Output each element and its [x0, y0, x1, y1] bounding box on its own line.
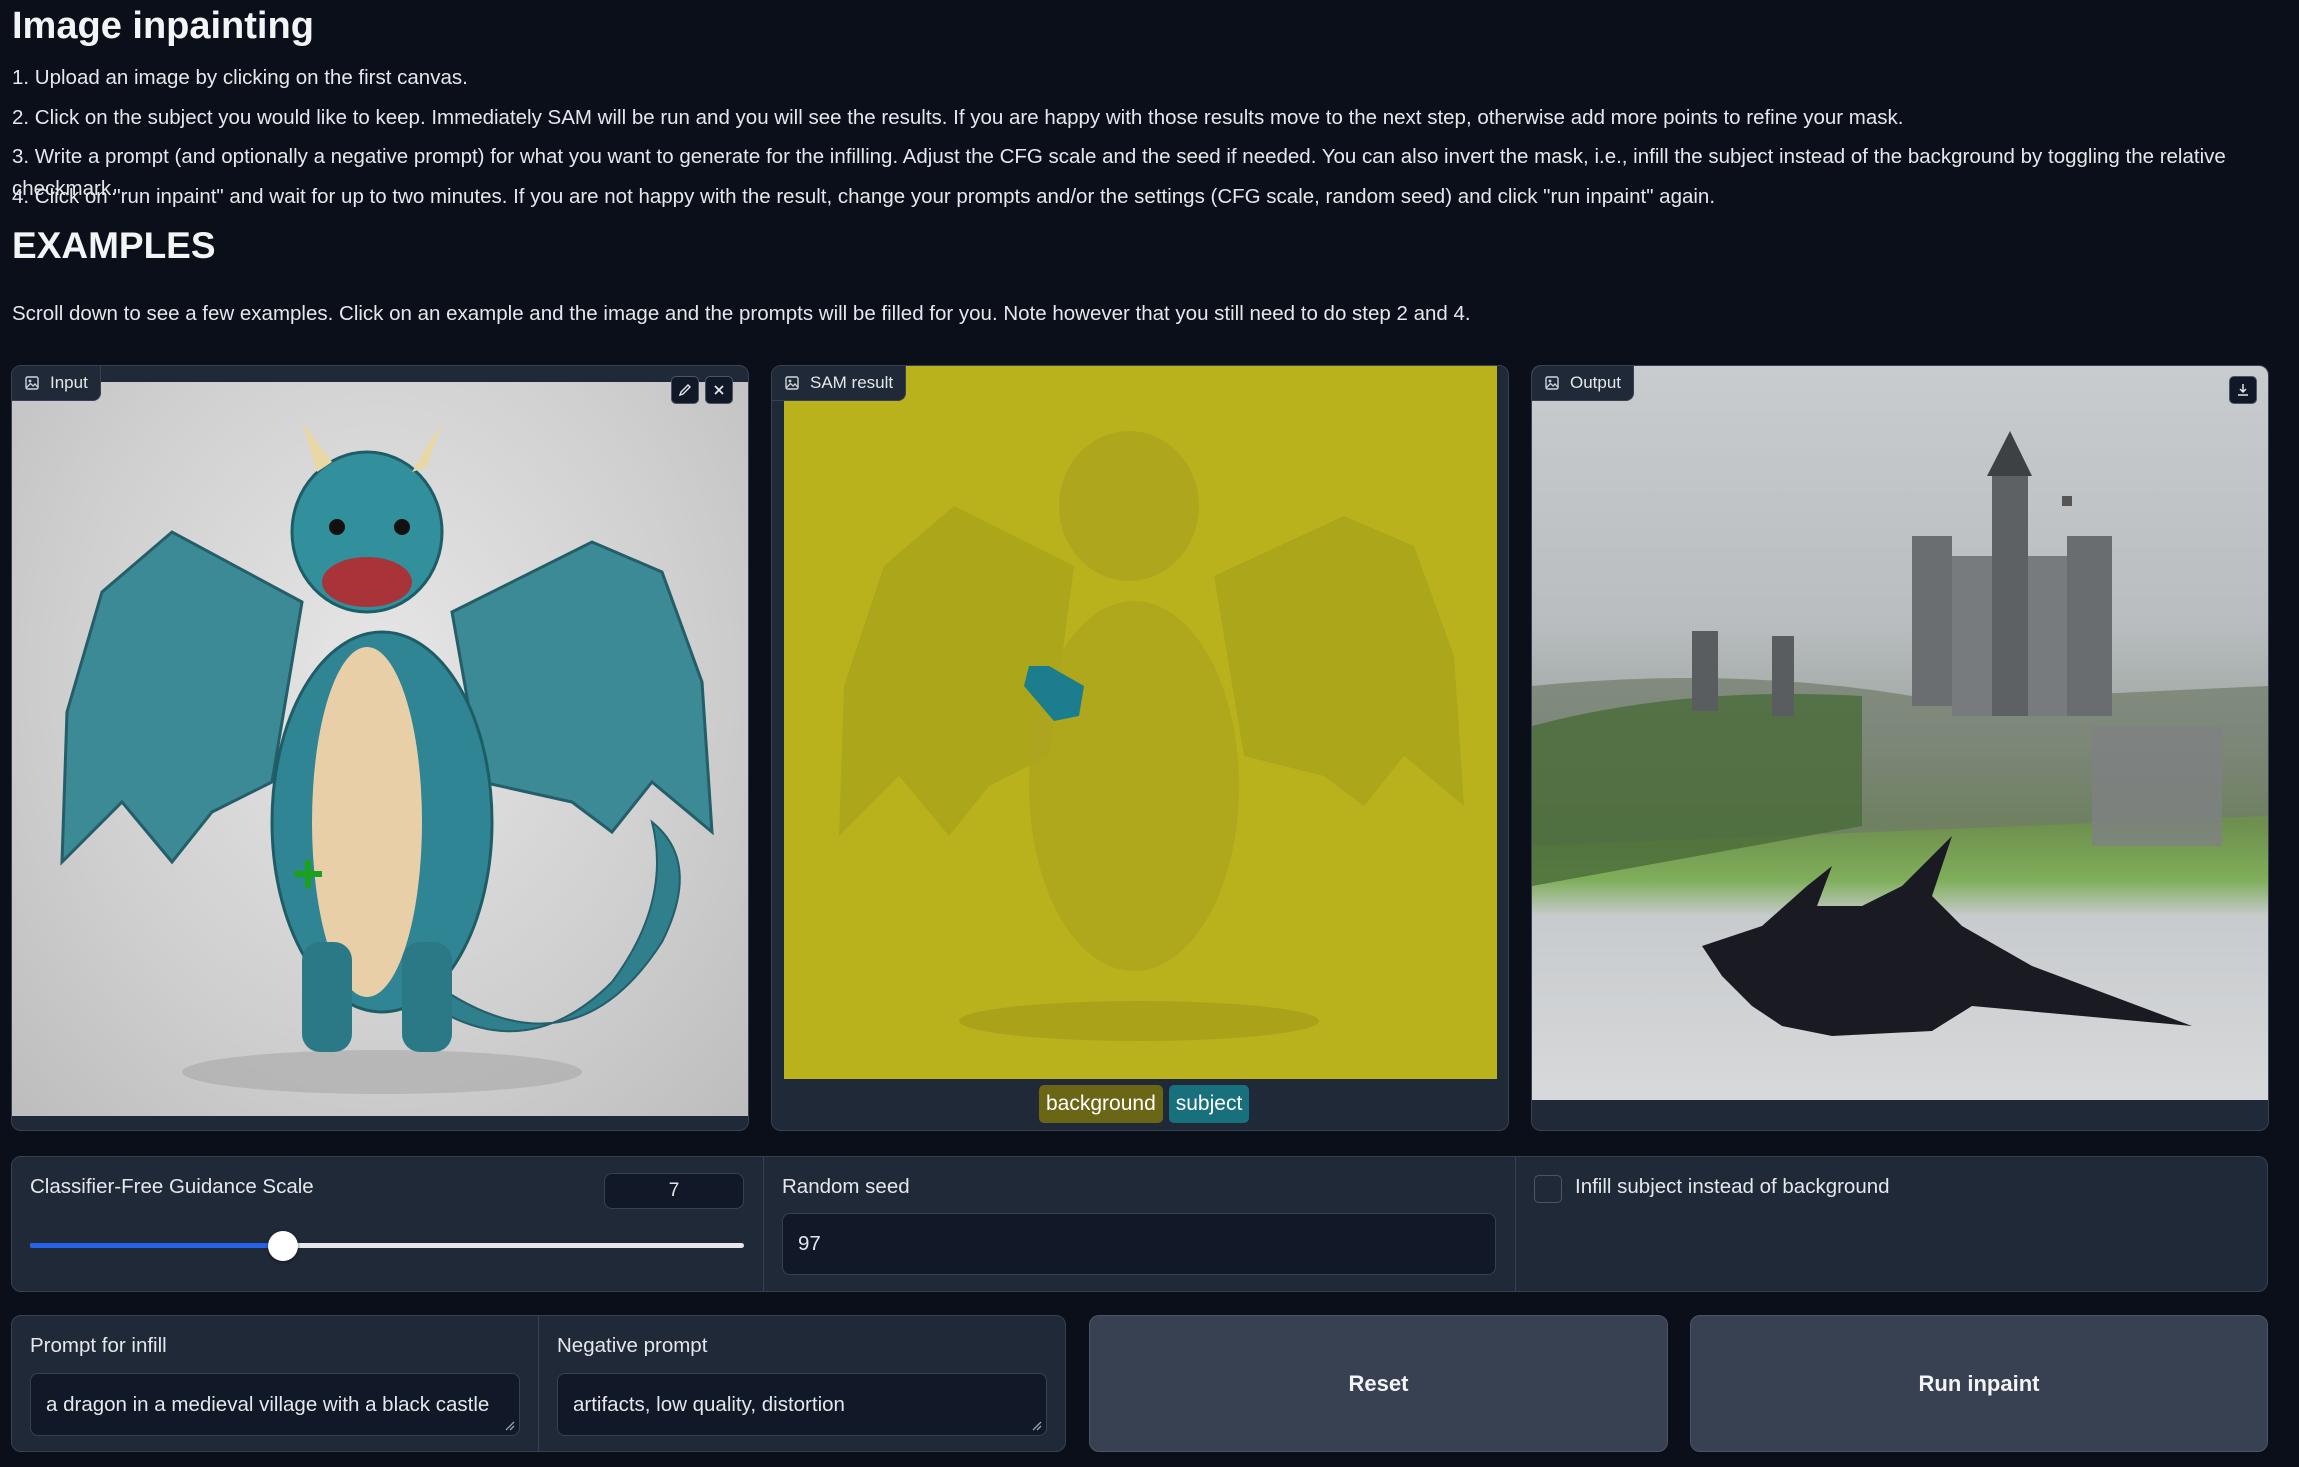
negative-prompt-label: Negative prompt: [557, 1334, 708, 1357]
prompt-value: a dragon in a medieval village with a bl…: [46, 1392, 490, 1416]
prompt-textarea[interactable]: a dragon in a medieval village with a bl…: [30, 1373, 520, 1436]
step-4: 4. Click on "run inpaint" and wait for u…: [12, 184, 1716, 208]
seed-control: Random seed 97: [763, 1156, 1516, 1292]
legend-subject: subject: [1168, 1085, 1250, 1123]
dragon-image: [60, 422, 714, 1094]
clear-button[interactable]: [705, 376, 733, 404]
prompt-control: Prompt for infill a dragon in a medieval…: [11, 1315, 539, 1452]
invert-control: Infill subject instead of background: [1515, 1156, 2268, 1292]
instructions: 1. Upload an image by clicking on the fi…: [12, 62, 2282, 220]
examples-note: Scroll down to see a few examples. Click…: [12, 302, 1471, 325]
step-2: 2. Click on the subject you would like t…: [12, 105, 1904, 129]
step-1: 1. Upload an image by clicking on the fi…: [12, 66, 468, 89]
seed-label: Random seed: [782, 1175, 910, 1198]
reset-button[interactable]: Reset: [1089, 1315, 1668, 1452]
download-button[interactable]: [2229, 376, 2257, 404]
seed-input[interactable]: 97: [782, 1213, 1496, 1275]
edit-button[interactable]: [671, 376, 699, 404]
sam-label: SAM result: [772, 366, 907, 401]
mask-legend: background subject: [1039, 1085, 1250, 1123]
input-image-panel[interactable]: Input: [11, 365, 749, 1131]
negative-prompt-textarea[interactable]: artifacts, low quality, distortion: [557, 1373, 1047, 1436]
slider-fill: [30, 1243, 284, 1248]
input-label: Input: [12, 366, 101, 401]
negative-prompt-control: Negative prompt artifacts, low quality, …: [538, 1315, 1066, 1452]
output-label: Output: [1532, 366, 1635, 401]
image-icon: [785, 376, 799, 390]
invert-checkbox[interactable]: [1534, 1175, 1562, 1203]
pencil-icon: [678, 384, 691, 397]
output-label-text: Output: [1570, 373, 1622, 392]
run-inpaint-button[interactable]: Run inpaint: [1690, 1315, 2268, 1452]
image-icon: [1545, 376, 1559, 390]
mask-overlay: [839, 431, 1464, 1041]
input-label-text: Input: [50, 373, 88, 392]
castle-scene: [1532, 431, 2268, 1036]
resize-handle-icon[interactable]: [1030, 1419, 1042, 1431]
output-image: [1532, 366, 2268, 1100]
input-image[interactable]: [12, 382, 748, 1116]
image-icon: [25, 376, 39, 390]
sam-label-text: SAM result: [810, 373, 894, 392]
negative-prompt-value: artifacts, low quality, distortion: [573, 1392, 845, 1416]
resize-handle-icon[interactable]: [503, 1419, 515, 1431]
output-image-panel: Output: [1531, 365, 2269, 1131]
seed-value: 97: [798, 1232, 821, 1255]
sam-result-panel: SAM result background subject: [771, 365, 1509, 1131]
sam-mask-image: [784, 366, 1497, 1079]
page-title: Image inpainting: [12, 5, 314, 47]
slider-thumb[interactable]: [268, 1231, 299, 1261]
close-icon: [714, 385, 724, 395]
invert-label: Infill subject instead of background: [1575, 1175, 1890, 1198]
cfg-slider[interactable]: [30, 1231, 744, 1261]
step-3: 3. Write a prompt (and optionally a nega…: [12, 145, 2226, 200]
cfg-label: Classifier-Free Guidance Scale: [30, 1175, 314, 1198]
cfg-number-input[interactable]: 7: [604, 1173, 744, 1209]
download-icon: [2238, 384, 2248, 396]
examples-heading: EXAMPLES: [12, 225, 216, 266]
cfg-control: Classifier-Free Guidance Scale 7: [11, 1156, 764, 1292]
prompt-label: Prompt for infill: [30, 1334, 167, 1357]
legend-background: background: [1039, 1085, 1163, 1123]
